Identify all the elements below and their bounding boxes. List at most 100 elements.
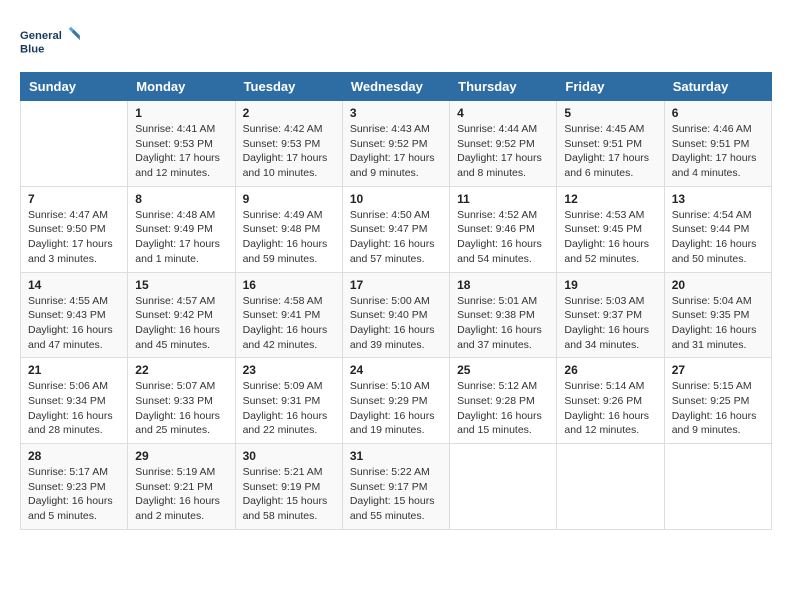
calendar-cell: 25 Sunrise: 5:12 AM Sunset: 9:28 PM Dayli… <box>450 358 557 444</box>
week-row-5: 28 Sunrise: 5:17 AM Sunset: 9:23 PM Dayli… <box>21 444 772 530</box>
day-number: 22 <box>135 363 227 377</box>
day-info: Sunrise: 5:00 AM Sunset: 9:40 PM Dayligh… <box>350 294 442 353</box>
day-number: 20 <box>672 278 764 292</box>
calendar-cell: 24 Sunrise: 5:10 AM Sunset: 9:29 PM Dayli… <box>342 358 449 444</box>
svg-text:Blue: Blue <box>20 43 44 55</box>
calendar-cell <box>450 444 557 530</box>
calendar-cell: 29 Sunrise: 5:19 AM Sunset: 9:21 PM Dayli… <box>128 444 235 530</box>
header-friday: Friday <box>557 73 664 101</box>
header-thursday: Thursday <box>450 73 557 101</box>
calendar-cell: 14Sunrise: 4:55 AM Sunset: 9:43 PM Dayli… <box>21 272 128 358</box>
day-number: 27 <box>672 363 764 377</box>
calendar-cell: 6 Sunrise: 4:46 AM Sunset: 9:51 PM Daylig… <box>664 101 771 187</box>
calendar-cell: 3Sunrise: 4:43 AM Sunset: 9:52 PM Daylig… <box>342 101 449 187</box>
week-row-4: 21 Sunrise: 5:06 AM Sunset: 9:34 PM Dayli… <box>21 358 772 444</box>
day-info: Sunrise: 5:04 AM Sunset: 9:35 PM Dayligh… <box>672 294 764 353</box>
day-number: 11 <box>457 192 549 206</box>
calendar-cell: 28 Sunrise: 5:17 AM Sunset: 9:23 PM Dayli… <box>21 444 128 530</box>
week-row-1: 1 Sunrise: 4:41 AM Sunset: 9:53 PM Daylig… <box>21 101 772 187</box>
day-number: 21 <box>28 363 120 377</box>
day-number: 19 <box>564 278 656 292</box>
header-wednesday: Wednesday <box>342 73 449 101</box>
day-number: 6 <box>672 106 764 120</box>
calendar-cell: 18 Sunrise: 5:01 AM Sunset: 9:38 PM Dayli… <box>450 272 557 358</box>
day-info: Sunrise: 5:07 AM Sunset: 9:33 PM Dayligh… <box>135 379 227 438</box>
day-info: Sunrise: 5:06 AM Sunset: 9:34 PM Dayligh… <box>28 379 120 438</box>
calendar-cell: 7Sunrise: 4:47 AM Sunset: 9:50 PM Daylig… <box>21 186 128 272</box>
day-info: Sunrise: 4:42 AM Sunset: 9:53 PM Dayligh… <box>243 122 335 181</box>
day-info: Sunrise: 4:57 AM Sunset: 9:42 PM Dayligh… <box>135 294 227 353</box>
day-info: Sunrise: 4:50 AM Sunset: 9:47 PM Dayligh… <box>350 208 442 267</box>
day-number: 17 <box>350 278 442 292</box>
header-tuesday: Tuesday <box>235 73 342 101</box>
day-number: 13 <box>672 192 764 206</box>
calendar-cell: 2 Sunrise: 4:42 AM Sunset: 9:53 PM Daylig… <box>235 101 342 187</box>
day-info: Sunrise: 4:41 AM Sunset: 9:53 PM Dayligh… <box>135 122 227 181</box>
day-number: 10 <box>350 192 442 206</box>
day-info: Sunrise: 4:58 AM Sunset: 9:41 PM Dayligh… <box>243 294 335 353</box>
day-info: Sunrise: 5:14 AM Sunset: 9:26 PM Dayligh… <box>564 379 656 438</box>
day-info: Sunrise: 4:54 AM Sunset: 9:44 PM Dayligh… <box>672 208 764 267</box>
calendar-table: SundayMondayTuesdayWednesdayThursdayFrid… <box>20 72 772 530</box>
calendar-cell: 30 Sunrise: 5:21 AM Sunset: 9:19 PM Dayli… <box>235 444 342 530</box>
day-number: 14 <box>28 278 120 292</box>
day-info: Sunrise: 4:44 AM Sunset: 9:52 PM Dayligh… <box>457 122 549 181</box>
calendar-cell: 23Sunrise: 5:09 AM Sunset: 9:31 PM Dayli… <box>235 358 342 444</box>
day-info: Sunrise: 5:19 AM Sunset: 9:21 PM Dayligh… <box>135 465 227 524</box>
page-header: General Blue <box>20 20 772 62</box>
day-info: Sunrise: 5:15 AM Sunset: 9:25 PM Dayligh… <box>672 379 764 438</box>
day-info: Sunrise: 5:21 AM Sunset: 9:19 PM Dayligh… <box>243 465 335 524</box>
day-info: Sunrise: 4:53 AM Sunset: 9:45 PM Dayligh… <box>564 208 656 267</box>
calendar-cell: 17 Sunrise: 5:00 AM Sunset: 9:40 PM Dayli… <box>342 272 449 358</box>
day-number: 23 <box>243 363 335 377</box>
day-number: 28 <box>28 449 120 463</box>
day-info: Sunrise: 5:10 AM Sunset: 9:29 PM Dayligh… <box>350 379 442 438</box>
day-info: Sunrise: 5:03 AM Sunset: 9:37 PM Dayligh… <box>564 294 656 353</box>
calendar-cell: 9Sunrise: 4:49 AM Sunset: 9:48 PM Daylig… <box>235 186 342 272</box>
calendar-cell: 11 Sunrise: 4:52 AM Sunset: 9:46 PM Dayli… <box>450 186 557 272</box>
header-sunday: Sunday <box>21 73 128 101</box>
day-number: 3 <box>350 106 442 120</box>
calendar-cell: 31Sunrise: 5:22 AM Sunset: 9:17 PM Dayli… <box>342 444 449 530</box>
day-number: 1 <box>135 106 227 120</box>
day-info: Sunrise: 5:22 AM Sunset: 9:17 PM Dayligh… <box>350 465 442 524</box>
day-number: 29 <box>135 449 227 463</box>
calendar-cell: 26 Sunrise: 5:14 AM Sunset: 9:26 PM Dayli… <box>557 358 664 444</box>
calendar-cell: 5Sunrise: 4:45 AM Sunset: 9:51 PM Daylig… <box>557 101 664 187</box>
calendar-cell: 19 Sunrise: 5:03 AM Sunset: 9:37 PM Dayli… <box>557 272 664 358</box>
day-number: 24 <box>350 363 442 377</box>
header-saturday: Saturday <box>664 73 771 101</box>
day-info: Sunrise: 4:45 AM Sunset: 9:51 PM Dayligh… <box>564 122 656 181</box>
day-number: 2 <box>243 106 335 120</box>
day-number: 9 <box>243 192 335 206</box>
calendar-cell: 12 Sunrise: 4:53 AM Sunset: 9:45 PM Dayli… <box>557 186 664 272</box>
calendar-cell: 15 Sunrise: 4:57 AM Sunset: 9:42 PM Dayli… <box>128 272 235 358</box>
day-number: 18 <box>457 278 549 292</box>
day-info: Sunrise: 5:12 AM Sunset: 9:28 PM Dayligh… <box>457 379 549 438</box>
calendar-cell: 1 Sunrise: 4:41 AM Sunset: 9:53 PM Daylig… <box>128 101 235 187</box>
day-number: 4 <box>457 106 549 120</box>
calendar-cell: 4 Sunrise: 4:44 AM Sunset: 9:52 PM Daylig… <box>450 101 557 187</box>
day-info: Sunrise: 4:46 AM Sunset: 9:51 PM Dayligh… <box>672 122 764 181</box>
header-row: SundayMondayTuesdayWednesdayThursdayFrid… <box>21 73 772 101</box>
logo: General Blue <box>20 20 80 62</box>
day-number: 7 <box>28 192 120 206</box>
day-number: 25 <box>457 363 549 377</box>
logo-svg: General Blue <box>20 20 80 62</box>
day-info: Sunrise: 5:17 AM Sunset: 9:23 PM Dayligh… <box>28 465 120 524</box>
calendar-cell: 13 Sunrise: 4:54 AM Sunset: 9:44 PM Dayli… <box>664 186 771 272</box>
calendar-cell: 10 Sunrise: 4:50 AM Sunset: 9:47 PM Dayli… <box>342 186 449 272</box>
week-row-2: 7Sunrise: 4:47 AM Sunset: 9:50 PM Daylig… <box>21 186 772 272</box>
day-number: 26 <box>564 363 656 377</box>
day-number: 12 <box>564 192 656 206</box>
day-info: Sunrise: 4:52 AM Sunset: 9:46 PM Dayligh… <box>457 208 549 267</box>
day-info: Sunrise: 4:48 AM Sunset: 9:49 PM Dayligh… <box>135 208 227 267</box>
calendar-cell <box>664 444 771 530</box>
day-number: 8 <box>135 192 227 206</box>
day-number: 15 <box>135 278 227 292</box>
day-number: 30 <box>243 449 335 463</box>
calendar-cell: 22 Sunrise: 5:07 AM Sunset: 9:33 PM Dayli… <box>128 358 235 444</box>
calendar-cell: 27 Sunrise: 5:15 AM Sunset: 9:25 PM Dayli… <box>664 358 771 444</box>
day-info: Sunrise: 5:01 AM Sunset: 9:38 PM Dayligh… <box>457 294 549 353</box>
calendar-cell: 21 Sunrise: 5:06 AM Sunset: 9:34 PM Dayli… <box>21 358 128 444</box>
